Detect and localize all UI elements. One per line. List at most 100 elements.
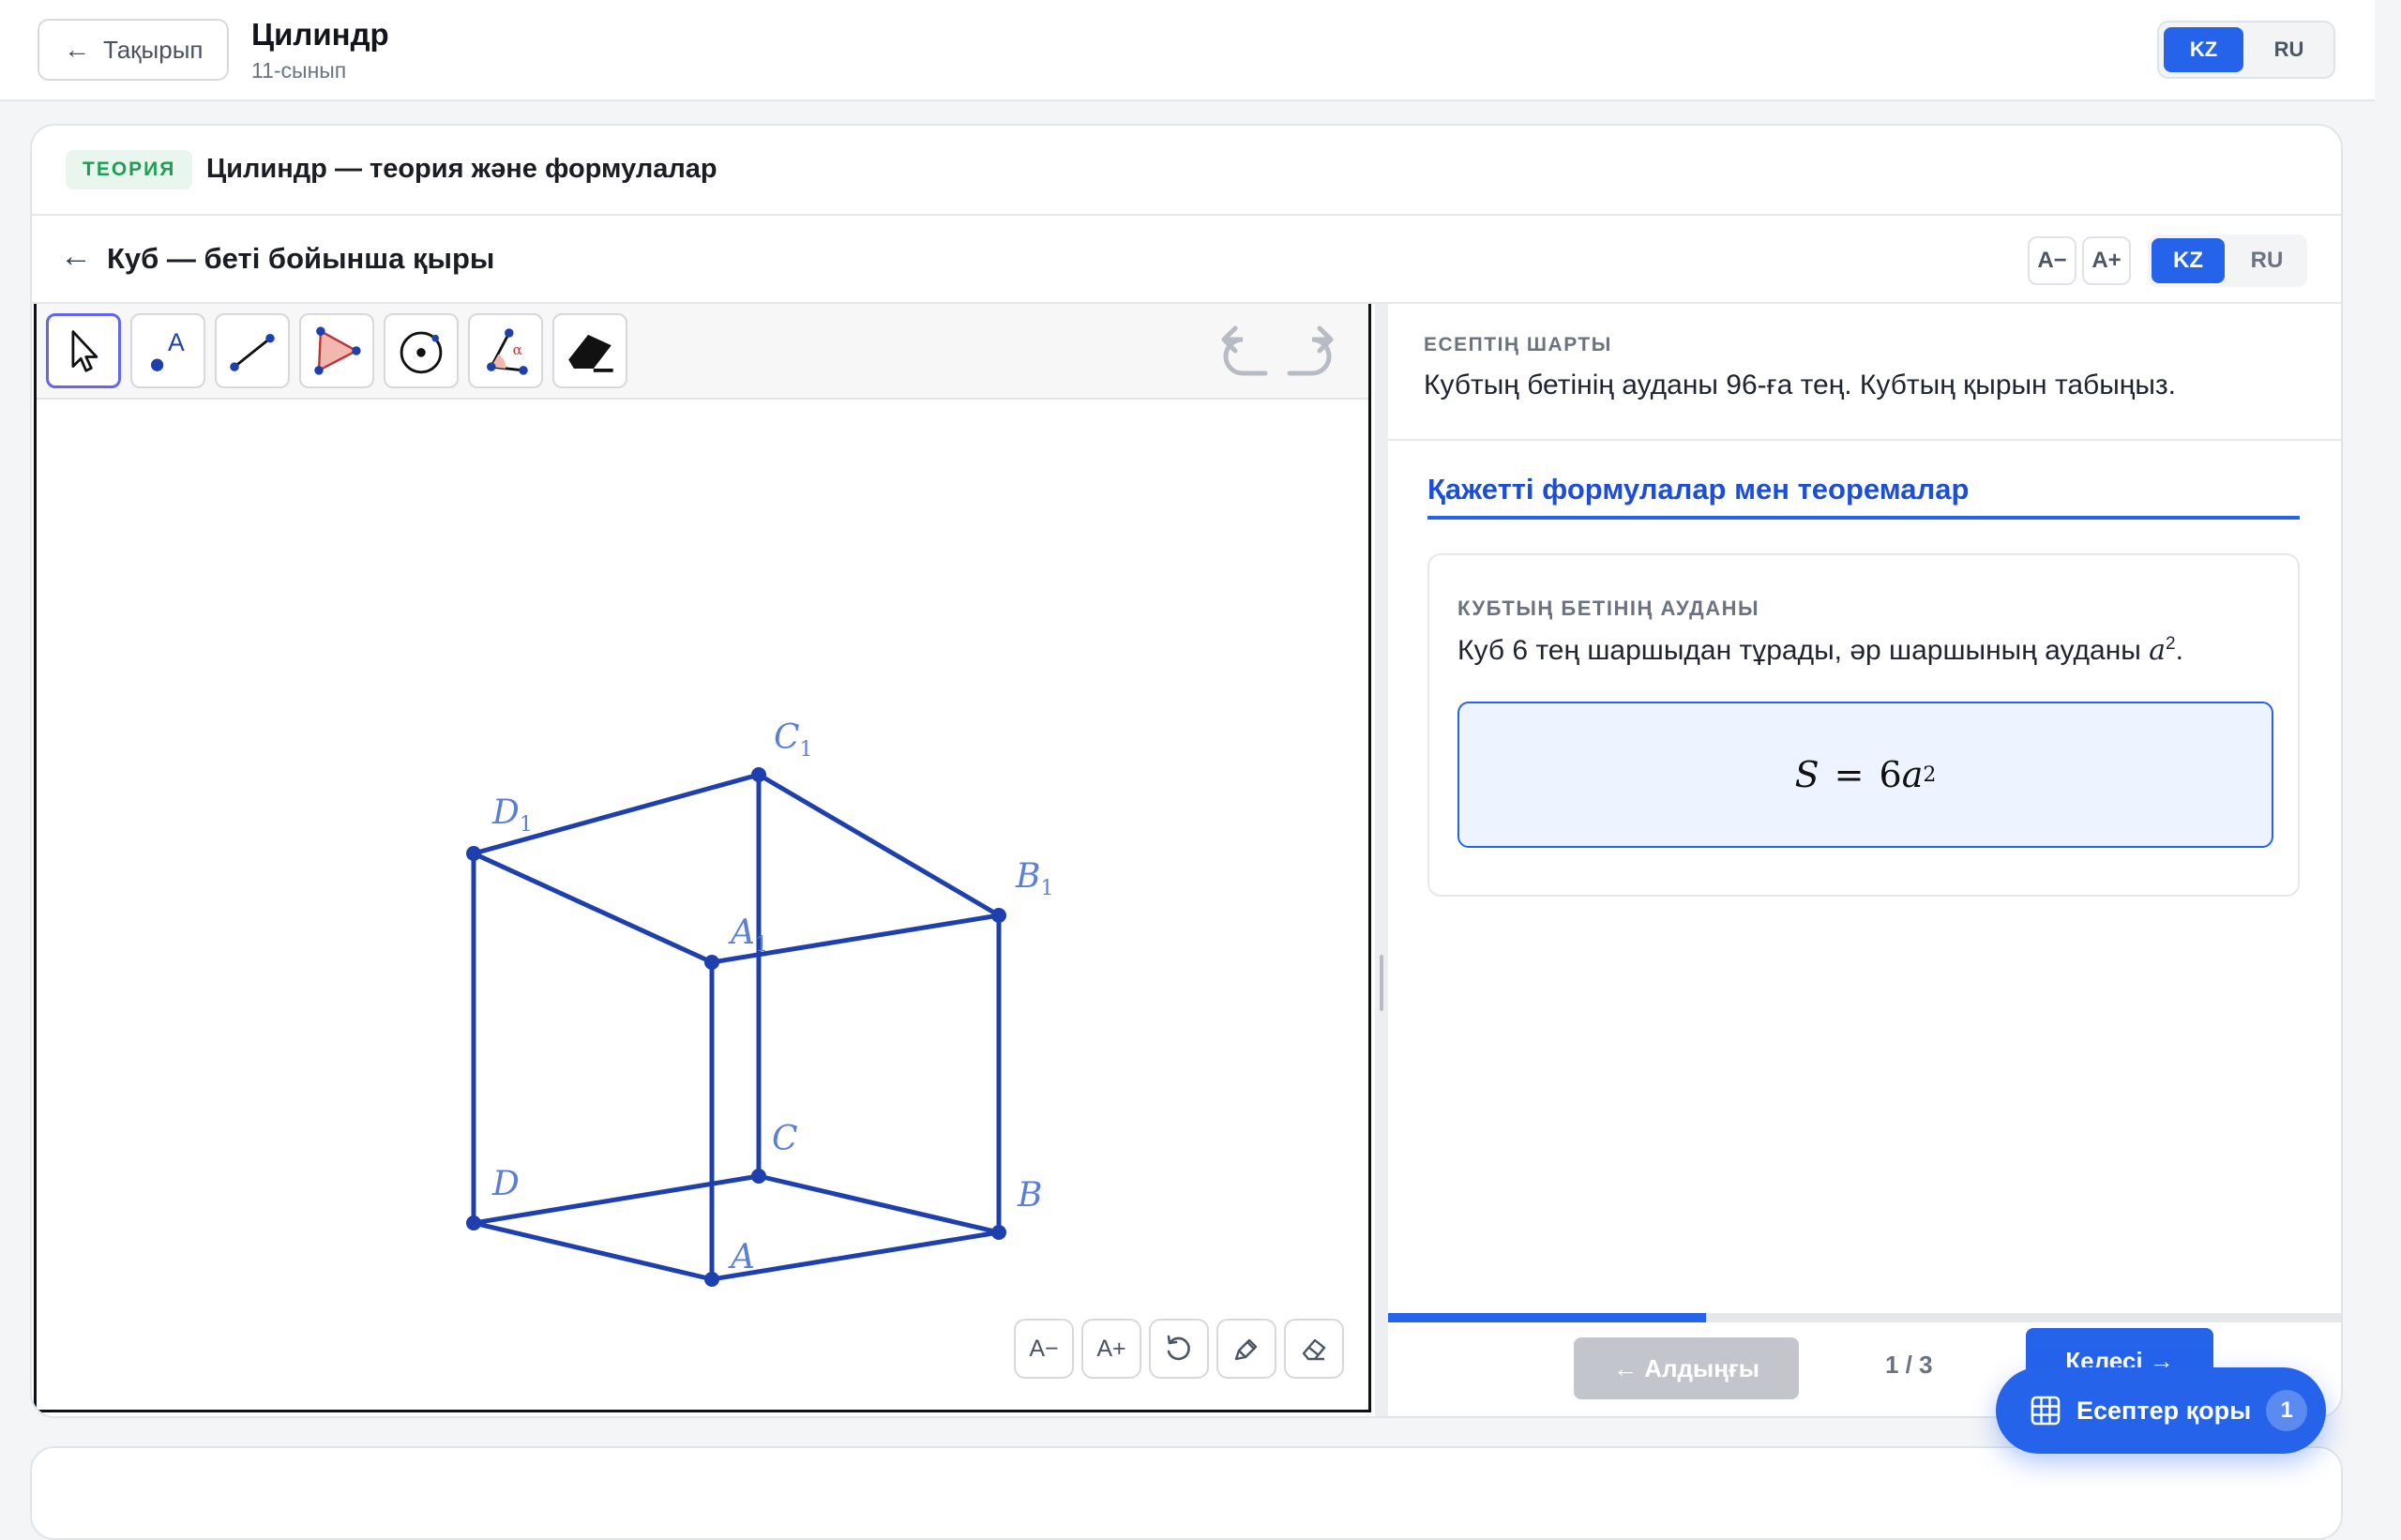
svg-text:A: A xyxy=(168,328,185,356)
formulas-tab-underline xyxy=(1427,516,2300,520)
vertex-label: D xyxy=(491,1165,520,1203)
progress-fill xyxy=(1388,1313,1706,1322)
cursor-icon xyxy=(71,330,98,372)
task-panel: ЕСЕПТІҢ ШАРТЫ Кубтың бетінің ауданы 96-ғ… xyxy=(1388,304,2341,1416)
vertex-label: C xyxy=(772,1120,798,1158)
circle-icon xyxy=(400,331,443,374)
rotate-ccw-icon xyxy=(1167,1335,1190,1361)
task-bank-label: Есептер қоры xyxy=(2076,1396,2252,1425)
formula-lhs: S xyxy=(1794,754,1820,795)
back-to-topic-label: Тақырып xyxy=(103,35,204,64)
task-header: ← Куб — беті бойынша қыры A− A+ KZ RU xyxy=(32,218,2341,304)
formula-card-exp: 2 xyxy=(2166,634,2176,654)
cube-vertex[interactable] xyxy=(751,767,766,782)
angle-tool-button[interactable]: α xyxy=(468,313,543,388)
cube-vertex[interactable] xyxy=(991,908,1006,923)
previous-button[interactable]: ← Алдыңғы xyxy=(1574,1337,1799,1399)
cube-vertex[interactable] xyxy=(991,1225,1006,1240)
next-section-card xyxy=(30,1446,2343,1540)
lesson-card: ТЕОРИЯ Цилиндр — теория және формулалар … xyxy=(30,124,2343,1418)
cube-edge[interactable] xyxy=(757,772,1001,918)
geometry-canvas[interactable]: A B C D A1 B1 C1 D1 xyxy=(37,400,1368,1412)
svg-text:α: α xyxy=(513,341,522,358)
vertex-label: C1 xyxy=(774,718,813,762)
cube-vertex[interactable] xyxy=(704,1272,719,1287)
formulas-tab[interactable]: Қажетті формулалар мен теоремалар xyxy=(1427,473,1969,506)
font-increase-button[interactable]: A+ xyxy=(2082,236,2131,285)
polygon-tool-button[interactable] xyxy=(299,313,374,388)
point-tool-button[interactable]: A xyxy=(130,313,205,388)
formula-card-var: a xyxy=(2149,634,2167,667)
segment-icon xyxy=(230,333,275,371)
canvas-font-decrease-button[interactable]: A− xyxy=(1014,1319,1074,1379)
lang-ru-button[interactable]: RU xyxy=(2249,27,2329,72)
angle-icon: α xyxy=(487,328,528,375)
formula-card-text-body: Куб 6 тең шаршыдан тұрады, әр шаршының а… xyxy=(1457,635,2150,666)
geometry-panel: A α A B C D A1 B1 C1 D1 A− A+ xyxy=(34,304,1371,1412)
task-bank-count: 1 xyxy=(2266,1390,2308,1431)
pen-tool-button[interactable] xyxy=(1216,1319,1276,1379)
move-tool-button[interactable] xyxy=(46,313,121,388)
formula-coef: 6 xyxy=(1879,754,1902,795)
vertex-label: A1 xyxy=(728,913,768,957)
problem-text: Кубтың бетінің ауданы 96-ға тең. Кубтың … xyxy=(1424,370,2177,400)
formula-card: КУБТЫҢ БЕТІНІҢ АУДАНЫ Куб 6 тең шаршыдан… xyxy=(1427,553,2300,897)
problem-label: ЕСЕПТІҢ ШАРТЫ xyxy=(1424,334,1612,355)
grid-icon xyxy=(2031,1396,2061,1426)
cube-vertex[interactable] xyxy=(466,846,481,861)
task-language-switcher: KZ RU xyxy=(2148,234,2307,287)
vertex-label: B xyxy=(1017,1176,1042,1215)
formula-var: a xyxy=(1901,754,1924,795)
polygon-icon xyxy=(314,326,361,375)
cube-edge[interactable] xyxy=(758,1173,1000,1235)
theory-badge: ТЕОРИЯ xyxy=(66,150,193,189)
clear-drawing-button[interactable] xyxy=(1284,1319,1344,1379)
task-back-button[interactable]: ← xyxy=(60,238,92,275)
page-subtitle: 11-сынып xyxy=(251,58,347,83)
cube-edge[interactable] xyxy=(473,1220,713,1282)
formula-exp: 2 xyxy=(1923,762,1937,787)
cube-vertex[interactable] xyxy=(704,955,719,970)
formula-box: S = 6a2 xyxy=(1457,702,2273,848)
arrow-left-icon: ← xyxy=(64,35,90,64)
page-counter: 1 / 3 xyxy=(1885,1351,1933,1379)
language-switcher: KZ RU xyxy=(2157,21,2335,79)
cube-vertex[interactable] xyxy=(466,1215,481,1230)
page-scroll-gutter xyxy=(2375,0,2401,1501)
undo-icon[interactable] xyxy=(1215,321,1275,381)
task-lang-kz-button[interactable]: KZ xyxy=(2152,238,2225,283)
geometry-toolbar: A α xyxy=(37,304,1368,400)
redo-icon[interactable] xyxy=(1280,321,1340,381)
font-decrease-button[interactable]: A− xyxy=(2028,236,2076,285)
theory-title: Цилиндр — теория және формулалар xyxy=(206,154,717,184)
eraser-outline-icon xyxy=(1302,1338,1326,1361)
point-icon: A xyxy=(150,328,185,371)
pen-icon xyxy=(1234,1338,1258,1361)
theory-header[interactable]: ТЕОРИЯ Цилиндр — теория және формулалар xyxy=(32,126,2341,216)
panel-splitter[interactable] xyxy=(1375,304,1388,1416)
back-to-topic-button[interactable]: ← Тақырып xyxy=(38,19,229,81)
lang-kz-button[interactable]: KZ xyxy=(2164,27,2243,72)
top-bar: ← Тақырып Цилиндр 11-сынып KZ RU xyxy=(0,0,2375,101)
task-lang-ru-button[interactable]: RU xyxy=(2230,238,2303,283)
reset-view-button[interactable] xyxy=(1149,1319,1209,1379)
circle-tool-button[interactable] xyxy=(384,313,459,388)
vertex-label: D1 xyxy=(491,793,533,837)
splitter-grip[interactable] xyxy=(1380,955,1383,1011)
cube-vertex[interactable] xyxy=(751,1169,766,1184)
formula-card-label: КУБТЫҢ БЕТІНІҢ АУДАНЫ xyxy=(1457,596,1760,620)
vertex-label: A xyxy=(728,1238,755,1276)
cube-edge[interactable] xyxy=(472,851,714,965)
task-bank-button[interactable]: Есептер қоры 1 xyxy=(1996,1367,2326,1454)
divider xyxy=(1388,439,2341,441)
formula-card-text: Куб 6 тең шаршыдан тұрады, әр шаршының а… xyxy=(1457,634,2183,667)
segment-tool-button[interactable] xyxy=(215,313,290,388)
eraser-tool-button[interactable] xyxy=(552,313,627,388)
formula-card-period: . xyxy=(2175,635,2183,666)
eraser-icon xyxy=(568,334,613,372)
vertex-label: B1 xyxy=(1015,857,1053,900)
page-title: Цилиндр xyxy=(251,17,389,52)
canvas-font-increase-button[interactable]: A+ xyxy=(1081,1319,1141,1379)
task-title: Куб — беті бойынша қыры xyxy=(107,242,495,275)
formula-equals: = xyxy=(1834,754,1865,795)
